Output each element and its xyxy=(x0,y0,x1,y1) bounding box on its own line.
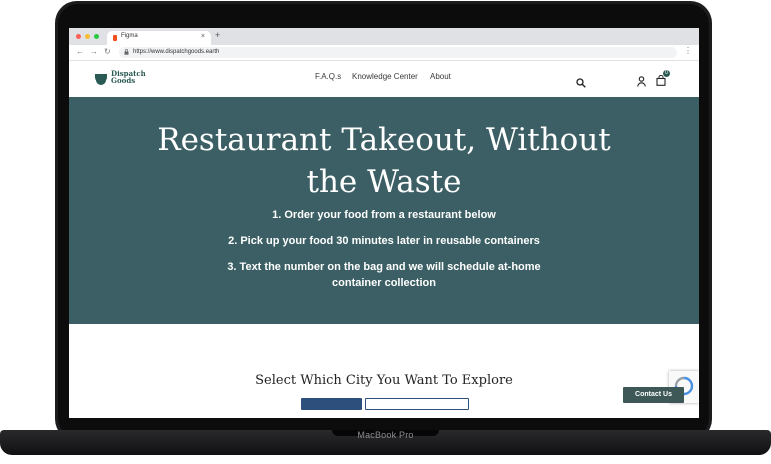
back-icon[interactable]: ← xyxy=(76,47,84,56)
reload-icon[interactable]: ↻ xyxy=(104,47,111,56)
hero-banner: Restaurant Takeout, Without the Waste 1.… xyxy=(69,97,699,324)
browser-tab[interactable]: Figma × xyxy=(107,31,211,45)
browser-toolbar: ← → ↻ https://www.dispatchgoods.earth ⋮ xyxy=(69,45,699,61)
logo-line-2: Goods xyxy=(111,76,136,85)
hero-step-3-continued: container collection xyxy=(332,277,436,289)
maximize-window-dot[interactable] xyxy=(94,34,99,39)
tab-title: Figma xyxy=(121,33,138,39)
hero-step-2: 2. Pick up your food 30 minutes later in… xyxy=(228,235,540,247)
url-text: https://www.dispatchgoods.earth xyxy=(133,49,220,55)
city-button-secondary[interactable] xyxy=(365,398,469,410)
browser-tabbar: Figma × + xyxy=(69,28,699,45)
search-icon[interactable] xyxy=(576,75,586,93)
forward-icon[interactable]: → xyxy=(90,47,98,56)
logo-icon[interactable] xyxy=(95,72,107,90)
close-window-dot[interactable] xyxy=(76,34,81,39)
screen: Figma × + ← → ↻ https://www.dispatchgood… xyxy=(69,28,699,418)
lock-icon xyxy=(124,49,129,57)
address-bar[interactable]: https://www.dispatchgoods.earth xyxy=(119,47,677,58)
hero-title: Restaurant Takeout, Without the Waste xyxy=(149,119,619,203)
browser-menu-icon[interactable]: ⋮ xyxy=(684,46,692,55)
hero-title-line-1: Restaurant Takeout, Without xyxy=(157,122,611,158)
logo-text[interactable]: Dispatch Goods xyxy=(111,70,151,84)
figma-icon xyxy=(113,35,117,41)
hero-title-line-2: the Waste xyxy=(306,164,462,200)
hero-step-1: 1. Order your food from a restaurant bel… xyxy=(272,209,496,221)
nav-about[interactable]: About xyxy=(430,72,451,81)
hero-step-3: 3. Text the number on the bag and we wil… xyxy=(227,261,541,273)
nav-faqs[interactable]: F.A.Q.s xyxy=(315,72,341,81)
account-icon[interactable] xyxy=(637,74,646,92)
cart-count-badge: 0 xyxy=(663,70,670,77)
contact-us-button[interactable]: Contact Us xyxy=(623,387,684,403)
city-button-primary[interactable] xyxy=(301,398,362,410)
tab-close-icon[interactable]: × xyxy=(201,33,205,40)
city-section-title: Select Which City You Want To Explore xyxy=(255,373,513,388)
nav-knowledge-center[interactable]: Knowledge Center xyxy=(352,72,418,81)
new-tab-button[interactable]: + xyxy=(215,30,220,40)
minimize-window-dot[interactable] xyxy=(85,34,90,39)
site-header: Dispatch Goods F.A.Q.s Knowledge Center … xyxy=(69,61,699,98)
device-label: MacBook Pro xyxy=(357,430,414,440)
